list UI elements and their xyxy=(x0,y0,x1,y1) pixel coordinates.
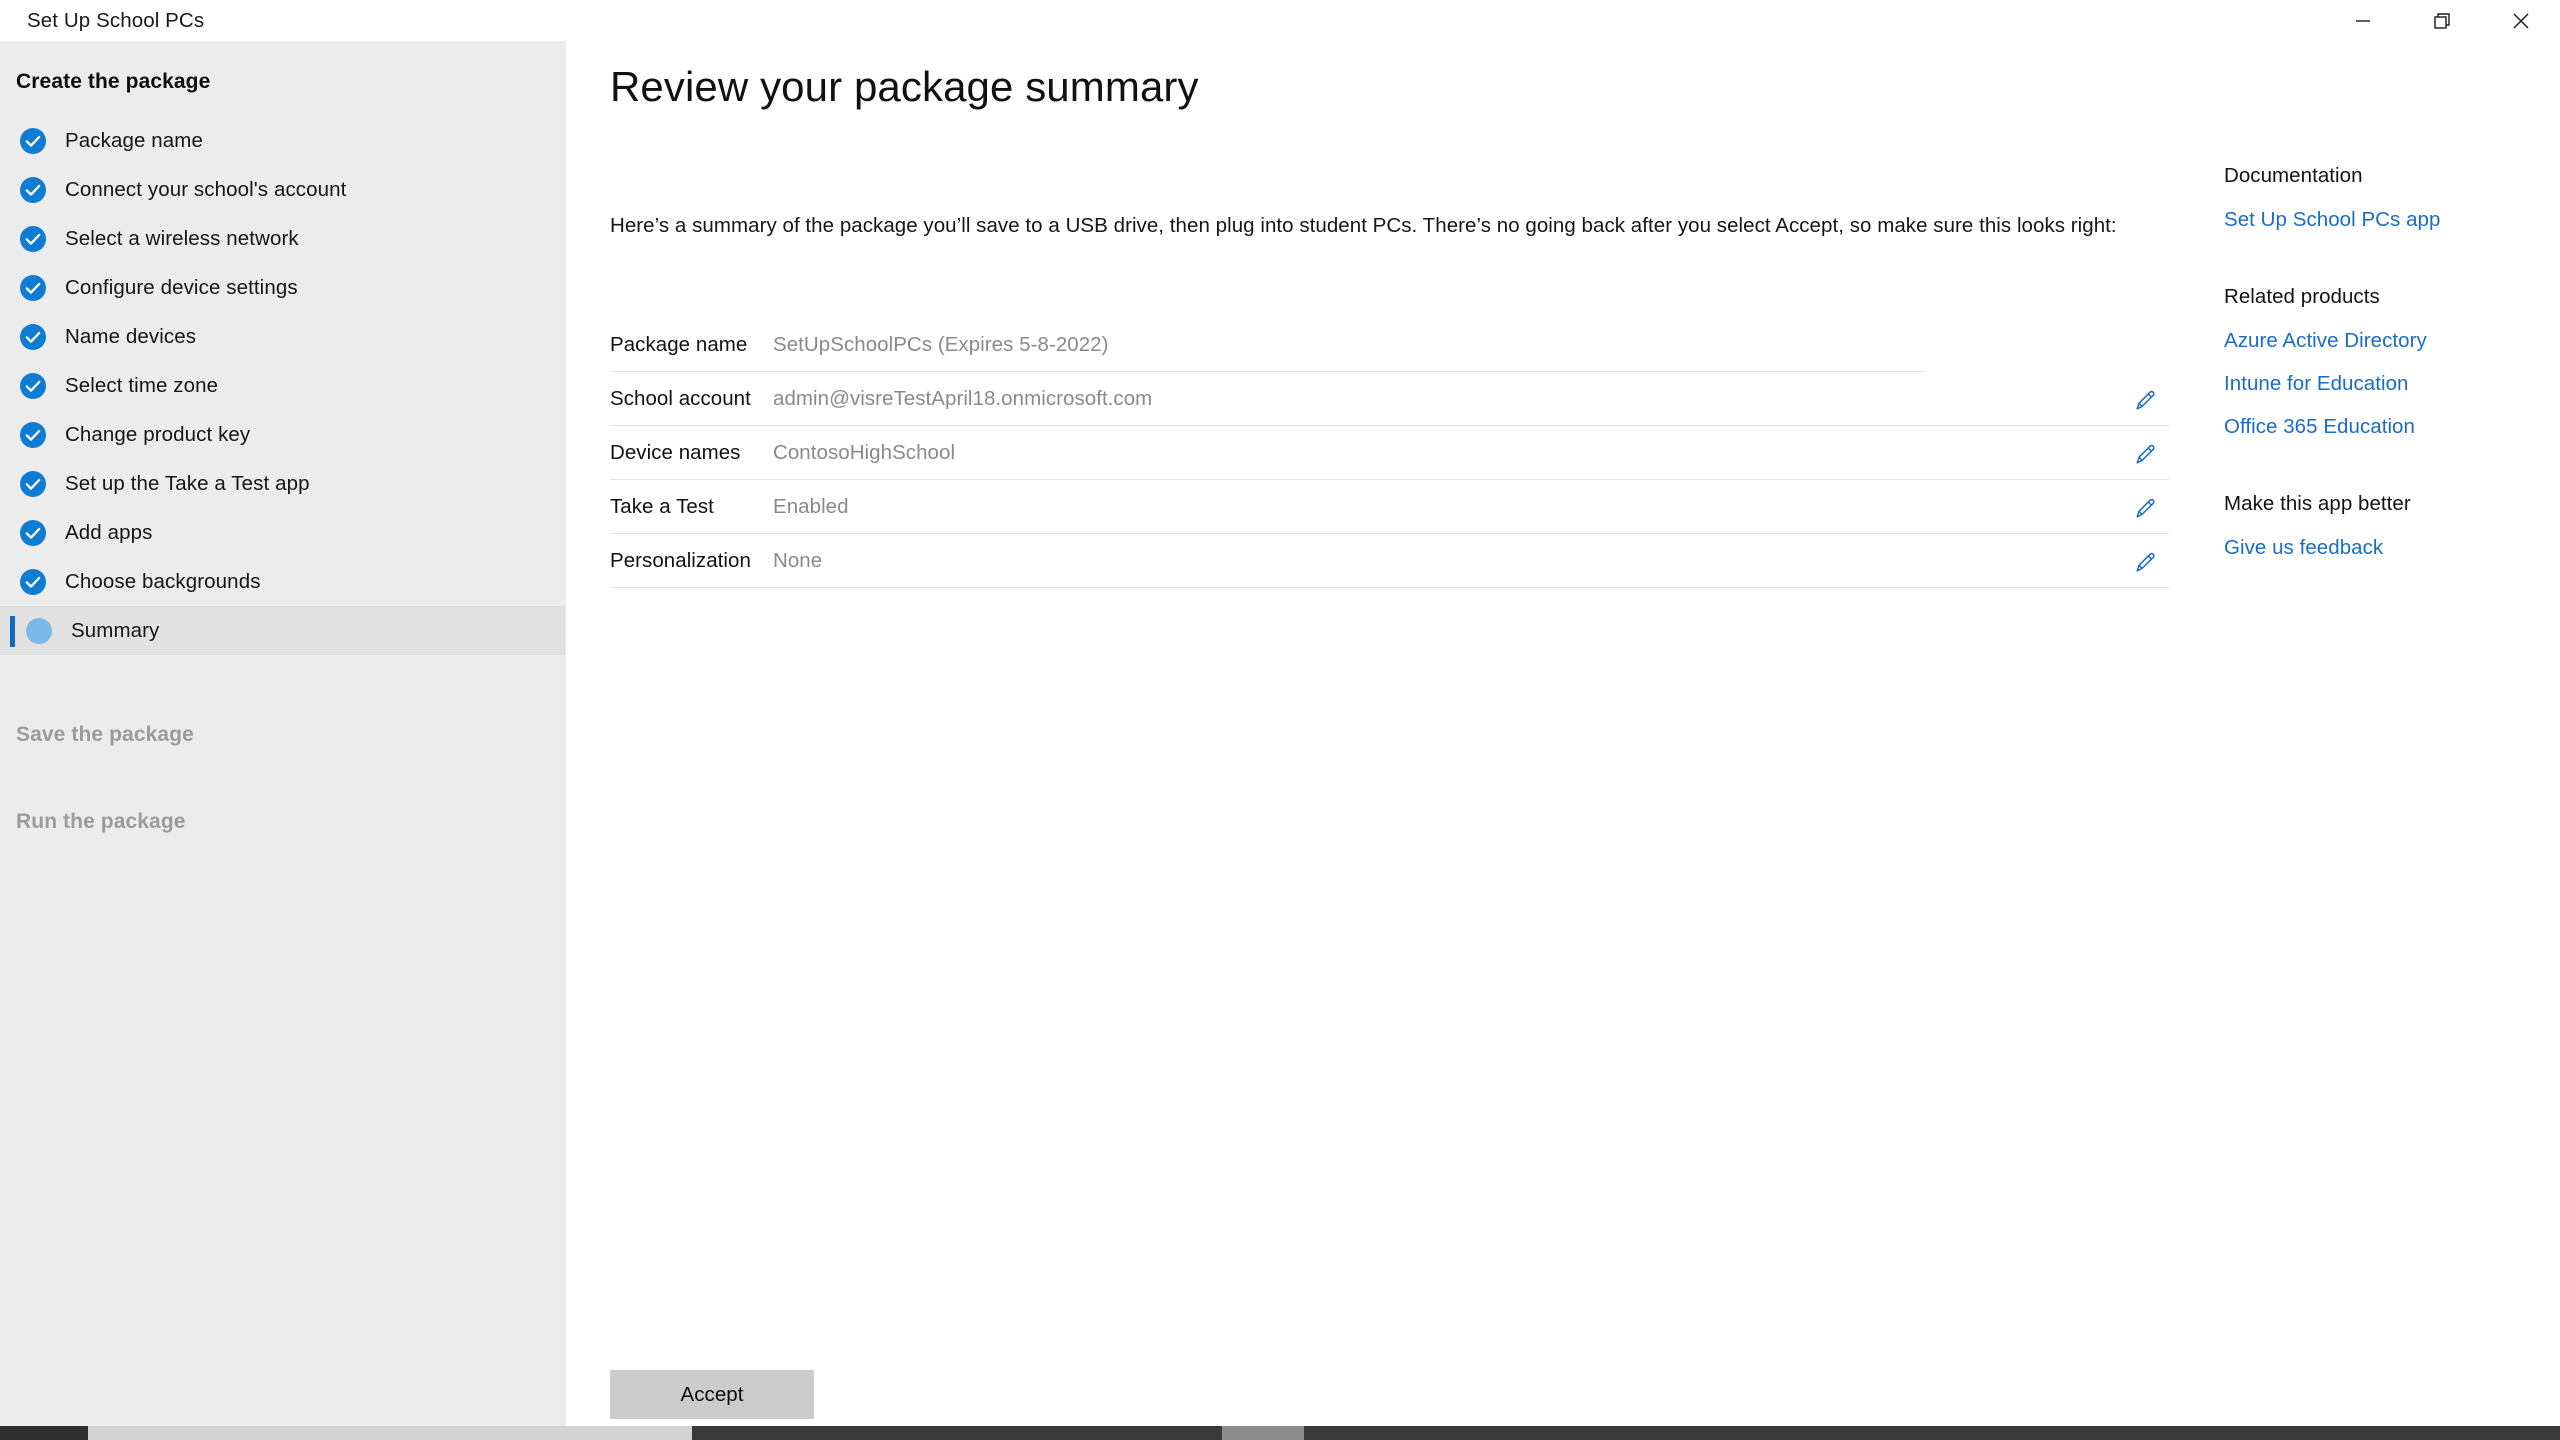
sidebar-item-label: Select a wireless network xyxy=(65,226,299,250)
minimize-icon xyxy=(2355,19,2370,22)
check-circle-icon xyxy=(20,470,46,497)
rail-group-make-this-app-better: Make this app better Give us feedback xyxy=(2224,492,2524,569)
link-set-up-school-pcs-app[interactable]: Set Up School PCs app xyxy=(2224,198,2524,241)
sidebar-item-label: Configure device settings xyxy=(65,275,298,299)
sidebar-item-select-wireless-network[interactable]: Select a wireless network xyxy=(0,214,566,263)
row-key: Personalization xyxy=(610,548,751,572)
row-key: Package name xyxy=(610,332,748,356)
table-row: School account admin@visreTestApril18.on… xyxy=(610,372,2169,426)
check-circle-icon xyxy=(20,421,46,448)
sidebar-item-configure-device-settings[interactable]: Configure device settings xyxy=(0,263,566,312)
sidebar-item-label: Package name xyxy=(65,128,203,152)
sidebar-item-label: Add apps xyxy=(65,520,153,544)
table-row: Device names ContosoHighSchool xyxy=(610,426,2169,480)
sidebar-section-create-the-package: Create the package xyxy=(16,70,211,93)
check-circle-icon xyxy=(20,372,46,399)
table-row: Take a Test Enabled xyxy=(610,480,2169,534)
sidebar-item-label: Summary xyxy=(71,618,160,642)
check-circle-icon xyxy=(20,127,46,154)
row-value: None xyxy=(773,548,823,572)
sidebar-item-set-up-take-a-test-app[interactable]: Set up the Take a Test app xyxy=(0,459,566,508)
title-bar: Set Up School PCs xyxy=(0,0,2560,41)
minimize-button[interactable] xyxy=(2323,0,2402,41)
pencil-icon xyxy=(2136,444,2155,464)
sidebar: Create the package Package name Connect … xyxy=(0,41,566,1426)
row-value: admin@visreTestApril18.onmicrosoft.com xyxy=(773,386,1153,410)
row-value: Enabled xyxy=(773,494,849,518)
sidebar-item-connect-school-account[interactable]: Connect your school's account xyxy=(0,165,566,214)
taskbar-strip xyxy=(0,1426,2560,1440)
rail-heading: Documentation xyxy=(2224,164,2363,187)
row-key: Take a Test xyxy=(610,494,714,518)
sidebar-item-select-time-zone[interactable]: Select time zone xyxy=(0,361,566,410)
pencil-icon xyxy=(2136,390,2155,410)
window-controls xyxy=(2323,0,2560,41)
edit-device-names-button[interactable] xyxy=(2131,439,2161,469)
link-office-365-education[interactable]: Office 365 Education xyxy=(2224,405,2524,448)
current-step-icon xyxy=(26,617,52,644)
sidebar-item-add-apps[interactable]: Add apps xyxy=(0,508,566,557)
row-value: SetUpSchoolPCs (Expires 5-8-2022) xyxy=(773,332,1109,356)
accept-button[interactable]: Accept xyxy=(610,1370,814,1419)
sidebar-item-package-name[interactable]: Package name xyxy=(0,116,566,165)
sidebar-item-label: Choose backgrounds xyxy=(65,569,261,593)
sidebar-item-label: Connect your school's account xyxy=(65,177,347,201)
taskbar-segment xyxy=(0,1426,88,1440)
sidebar-item-label: Name devices xyxy=(65,324,197,348)
check-circle-icon xyxy=(20,519,46,546)
edit-take-a-test-button[interactable] xyxy=(2131,493,2161,523)
page-title: Review your package summary xyxy=(610,63,1199,110)
edit-personalization-button[interactable] xyxy=(2131,547,2161,577)
taskbar-segment xyxy=(88,1426,692,1440)
pencil-icon xyxy=(2136,552,2155,572)
sidebar-section-run-the-package: Run the package xyxy=(16,810,186,833)
pencil-icon xyxy=(2136,498,2155,518)
row-key: Device names xyxy=(610,440,741,464)
table-row: Package name SetUpSchoolPCs (Expires 5-8… xyxy=(610,318,1926,372)
link-give-us-feedback[interactable]: Give us feedback xyxy=(2224,526,2524,569)
rail-group-documentation: Documentation Set Up School PCs app xyxy=(2224,164,2524,241)
restore-icon xyxy=(2433,12,2450,29)
sidebar-item-choose-backgrounds[interactable]: Choose backgrounds xyxy=(0,557,566,606)
selected-indicator xyxy=(10,616,15,647)
rail-heading: Make this app better xyxy=(2224,492,2411,515)
sidebar-item-label: Change product key xyxy=(65,422,251,446)
rail-group-related-products: Related products Azure Active Directory … xyxy=(2224,285,2524,448)
restore-button[interactable] xyxy=(2402,0,2481,41)
check-circle-icon xyxy=(20,568,46,595)
edit-school-account-button[interactable] xyxy=(2131,385,2161,415)
link-intune-for-education[interactable]: Intune for Education xyxy=(2224,362,2524,405)
check-circle-icon xyxy=(20,225,46,252)
window-title: Set Up School PCs xyxy=(27,8,205,32)
close-icon xyxy=(2513,13,2528,28)
row-key: School account xyxy=(610,386,751,410)
check-circle-icon xyxy=(20,323,46,350)
sidebar-item-label: Set up the Take a Test app xyxy=(65,471,310,495)
taskbar-segment xyxy=(1222,1426,1304,1440)
rail-heading: Related products xyxy=(2224,285,2380,308)
check-circle-icon xyxy=(20,176,46,203)
close-button[interactable] xyxy=(2481,0,2560,41)
link-azure-active-directory[interactable]: Azure Active Directory xyxy=(2224,319,2524,362)
sidebar-item-name-devices[interactable]: Name devices xyxy=(0,312,566,361)
sidebar-item-label: Select time zone xyxy=(65,373,219,397)
package-summary-table: Package name SetUpSchoolPCs (Expires 5-8… xyxy=(610,318,2169,588)
sidebar-item-summary[interactable]: Summary xyxy=(0,606,565,655)
page-intro-text: Here’s a summary of the package you’ll s… xyxy=(610,214,2117,237)
resources-rail: Documentation Set Up School PCs app Rela… xyxy=(2224,164,2524,613)
row-value: ContosoHighSchool xyxy=(773,440,956,464)
table-row: Personalization None xyxy=(610,534,2169,588)
sidebar-item-change-product-key[interactable]: Change product key xyxy=(0,410,566,459)
check-circle-icon xyxy=(20,274,46,301)
main-content: Review your package summary Here’s a sum… xyxy=(566,41,2560,1426)
sidebar-section-save-the-package: Save the package xyxy=(16,723,194,746)
